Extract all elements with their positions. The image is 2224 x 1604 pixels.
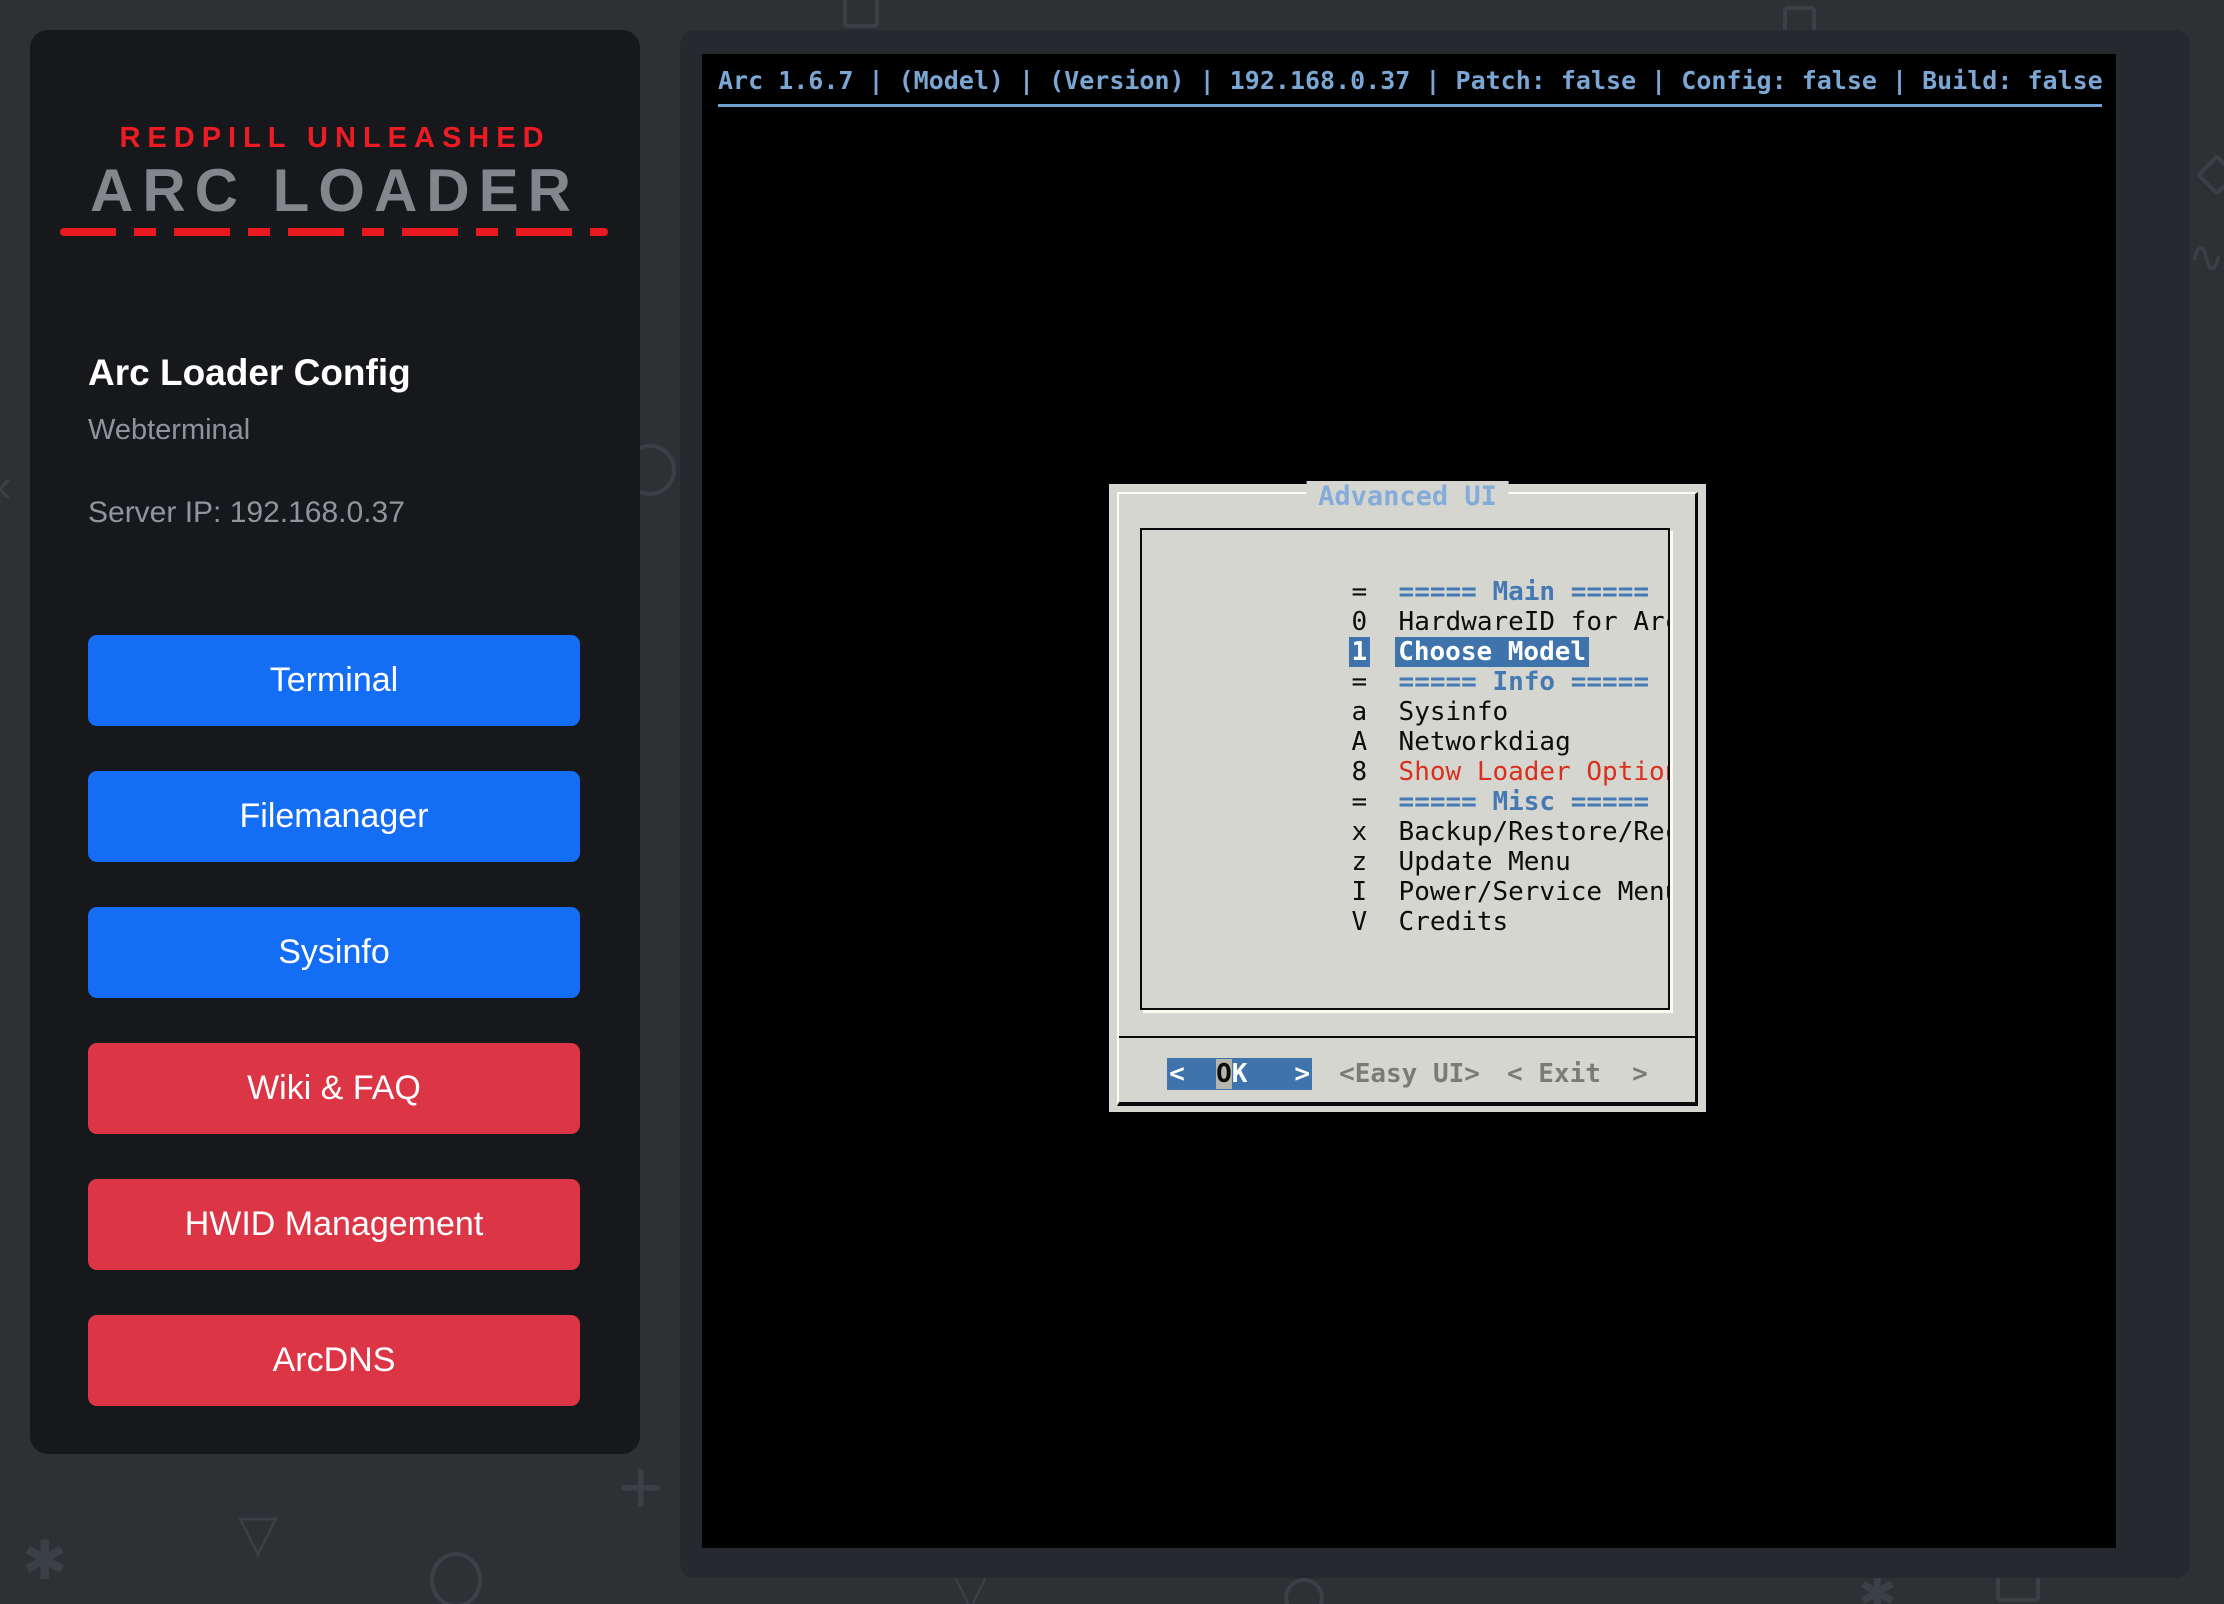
menu-item-label: HardwareID for Arc Patch: [1399, 607, 1670, 637]
sidebar-button[interactable]: Sysinfo: [88, 907, 580, 998]
ok-button[interactable]: < OK >: [1167, 1058, 1312, 1090]
menu-item-label: ===== Info =====: [1399, 667, 1649, 697]
exit-button[interactable]: < Exit >: [1507, 1058, 1648, 1090]
menu-item-key: I: [1352, 877, 1368, 907]
advanced-ui-dialog: Advanced UI ====== Main ===== 0HardwareI…: [1109, 484, 1706, 1112]
bg-circle-icon: [1284, 1578, 1324, 1604]
menu-item-label: Backup/Restore/Recovery: [1399, 817, 1670, 847]
dialog-button-row: < OK > <Easy UI> < Exit >: [1109, 1058, 1706, 1090]
sidebar: REDPILL UNLEASHED ARC LOADER Arc Loader …: [30, 30, 640, 1454]
bg-squiggle-icon: ∿: [2188, 236, 2224, 280]
menu-item-label: ===== Main =====: [1399, 577, 1649, 607]
server-ip-label: Server IP: 192.168.0.37: [88, 496, 405, 530]
menu-item-label: ===== Misc =====: [1399, 787, 1649, 817]
menu-item-label: Show Loader Options: [1399, 757, 1670, 787]
easy-ui-button[interactable]: <Easy UI>: [1339, 1058, 1480, 1090]
menu-item-key: 1: [1349, 637, 1371, 667]
bg-chevrons-icon: «: [0, 462, 12, 508]
logo-dashed-rule: [60, 228, 608, 236]
bg-circle-icon: [430, 1552, 482, 1604]
menu-item-label: Networkdiag: [1399, 727, 1571, 757]
menu-item-key: A: [1352, 727, 1368, 757]
dialog-title: Advanced UI: [1306, 481, 1509, 512]
terminal-statusbar-rule: [718, 104, 2102, 107]
menu-item-key: x: [1352, 817, 1368, 847]
sidebar-button-group: Terminal Filemanager Sysinfo Wiki & FAQ …: [88, 635, 580, 1406]
menu-item-label: Update Menu: [1399, 847, 1571, 877]
page-title: Arc Loader Config: [88, 352, 411, 394]
menu-item-key: =: [1352, 667, 1368, 697]
menu-item-key: =: [1352, 577, 1368, 607]
bg-triangle-icon: ▽: [238, 1508, 278, 1560]
menu-item-key: z: [1352, 847, 1368, 877]
menu-item-label: Choose Model: [1395, 637, 1589, 667]
bg-diamond-icon: [2196, 154, 2224, 196]
menu-item-label: Credits: [1399, 907, 1509, 937]
dialog-menu-list: ====== Main ===== 0HardwareID for Arc Pa…: [1140, 528, 1670, 1010]
logo-arc-loader-text: ARC LOADER: [30, 156, 640, 225]
sidebar-button[interactable]: ArcDNS: [88, 1315, 580, 1406]
ok-bracket-right: >: [1294, 1059, 1310, 1089]
cursor-block: O: [1216, 1059, 1232, 1089]
menu-item-key: 8: [1352, 757, 1368, 787]
menu-item-key: a: [1352, 697, 1368, 727]
menu-item-key: V: [1352, 907, 1368, 937]
menu-item-key: 0: [1352, 607, 1368, 637]
ok-pad: [1185, 1059, 1216, 1089]
ok-bracket-left: <: [1169, 1059, 1185, 1089]
terminal-statusbar: Arc 1.6.7 | (Model) | (Version) | 192.16…: [718, 66, 2103, 95]
menu-item-label: Power/Service Menu: [1399, 877, 1670, 907]
menu-item-label: Sysinfo: [1399, 697, 1509, 727]
ok-pad: [1247, 1059, 1294, 1089]
ok-label-rest: K: [1232, 1059, 1248, 1089]
page-subtitle: Webterminal: [88, 414, 250, 447]
sidebar-button[interactable]: HWID Management: [88, 1179, 580, 1270]
sidebar-button[interactable]: Terminal: [88, 635, 580, 726]
bg-cross-icon: +: [618, 1448, 664, 1526]
logo-redpill-text: REDPILL UNLEASHED: [30, 122, 640, 155]
dialog-separator: [1119, 1036, 1695, 1038]
menu-item[interactable]: ====== Main =====: [1142, 547, 1668, 577]
page: « ✱ ▽ + ∿ ▽ ✱ REDPILL UNLEASHED ARC LOAD…: [0, 0, 2224, 1604]
bg-square-icon: [843, 0, 879, 28]
sidebar-button[interactable]: Filemanager: [88, 771, 580, 862]
bg-star-icon: ✱: [22, 1534, 67, 1588]
sidebar-button[interactable]: Wiki & FAQ: [88, 1043, 580, 1134]
menu-item-key: =: [1352, 787, 1368, 817]
